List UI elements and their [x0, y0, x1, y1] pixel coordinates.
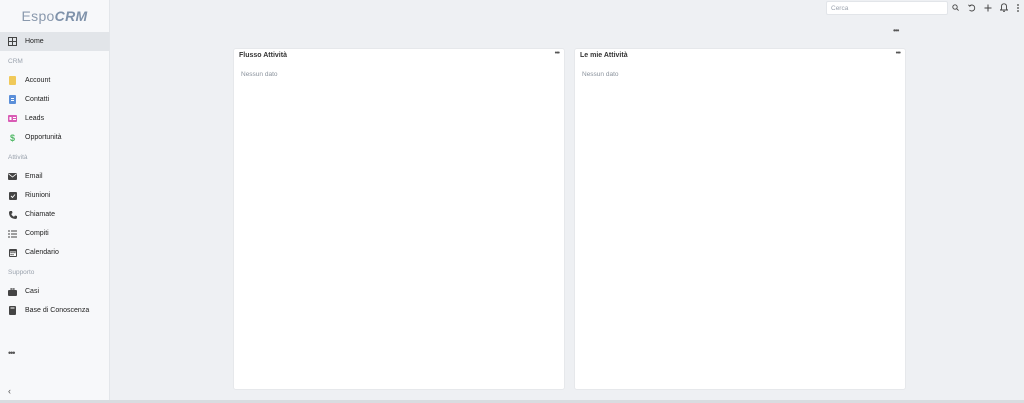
- dashlet-title: Flusso Attività: [239, 52, 287, 59]
- sidebar-item-label: Compiti: [25, 230, 49, 237]
- sidebar-item-label: Calendario: [25, 249, 59, 256]
- sidebar-item-leads[interactable]: Leads: [0, 109, 109, 128]
- sidebar-item-label: Home: [25, 38, 44, 45]
- calendar-icon: [8, 248, 17, 257]
- bell-icon[interactable]: [999, 3, 1008, 12]
- sidebar-item-account[interactable]: Account: [0, 71, 109, 90]
- sidebar-item-opportunita[interactable]: $ Opportunità: [0, 128, 109, 147]
- nav-group-crm: CRM: [8, 57, 23, 65]
- contact-card-icon: [8, 95, 17, 104]
- sidebar-item-chiamate[interactable]: Chiamate: [0, 205, 109, 224]
- sidebar-item-label: Base di Conoscenza: [25, 307, 90, 314]
- sidebar-item-label: Riunioni: [25, 192, 51, 199]
- collapse-sidebar-icon[interactable]: ‹: [8, 386, 11, 396]
- sidebar-item-label: Casi: [25, 288, 40, 295]
- nav-group-supporto: Supporto: [8, 268, 35, 276]
- sidebar-item-label: Contatti: [25, 96, 50, 103]
- history-icon[interactable]: [967, 3, 976, 12]
- dashlet-flusso-attivita: Flusso Attività ••• Nessun dato: [233, 48, 565, 390]
- sidebar-item-label: Leads: [25, 115, 45, 122]
- grid-icon: [8, 37, 17, 46]
- dashlet-title: Le mie Attività: [580, 52, 628, 59]
- dashlet-menu-button[interactable]: •••: [555, 50, 560, 57]
- dashlet-empty-text: Nessun dato: [241, 71, 278, 78]
- sidebar-item-calendario[interactable]: Calendario: [0, 243, 109, 262]
- dashlet-le-mie-attivita: Le mie Attività ••• Nessun dato: [574, 48, 906, 390]
- sidebar-item-base-di-conoscenza[interactable]: Base di Conoscenza: [0, 301, 109, 320]
- dollar-icon: $: [9, 132, 15, 143]
- sidebar: Espo CRM Home CRM Account Contatti Leads …: [0, 0, 110, 403]
- logo-crm: CRM: [54, 8, 88, 24]
- calendar-check-icon: [8, 191, 17, 200]
- app-logo[interactable]: Espo CRM: [0, 0, 109, 32]
- building-icon: [8, 76, 17, 85]
- sidebar-item-label: Opportunità: [25, 134, 62, 141]
- sidebar-item-contatti[interactable]: Contatti: [0, 90, 109, 109]
- sidebar-item-compiti[interactable]: Compiti: [0, 224, 109, 243]
- dashlet-menu-button[interactable]: •••: [896, 50, 901, 57]
- sidebar-item-casi[interactable]: Casi: [0, 282, 109, 301]
- menu-vertical-dots-icon[interactable]: [1015, 3, 1021, 12]
- plus-icon[interactable]: [983, 3, 992, 12]
- logo-text: Espo: [21, 8, 55, 24]
- tasks-icon: [8, 229, 17, 238]
- sidebar-item-home[interactable]: Home: [0, 32, 109, 51]
- sidebar-item-riunioni[interactable]: Riunioni: [0, 186, 109, 205]
- dashboard-menu-button[interactable]: •••: [893, 26, 899, 35]
- search-icon[interactable]: [951, 3, 960, 12]
- nav-group-attivita: Attività: [8, 153, 28, 161]
- phone-icon: [8, 210, 17, 219]
- sidebar-item-label: Account: [25, 77, 51, 84]
- envelope-icon: [8, 172, 17, 181]
- briefcase-icon: [8, 287, 17, 296]
- sidebar-item-label: Chiamate: [25, 211, 55, 218]
- sidebar-item-label: Email: [25, 173, 43, 180]
- dashlet-empty-text: Nessun dato: [582, 71, 619, 78]
- search-input[interactable]: [826, 1, 948, 15]
- book-icon: [8, 306, 17, 315]
- sidebar-item-email[interactable]: Email: [0, 167, 109, 186]
- more-menu-button[interactable]: •••: [8, 348, 16, 358]
- id-card-icon: [8, 114, 17, 123]
